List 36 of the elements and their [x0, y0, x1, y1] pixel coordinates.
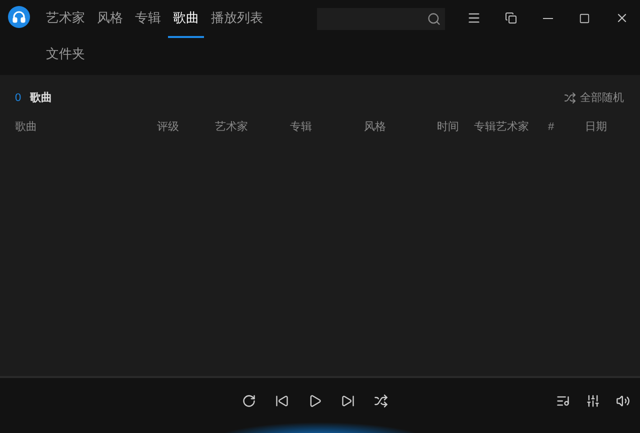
nav-tab[interactable]: 艺术家 — [41, 0, 90, 38]
column-header[interactable]: 日期 — [585, 119, 607, 136]
overlapping-squares-icon — [504, 12, 516, 24]
shuffle-button[interactable] — [372, 392, 390, 410]
shuffle-icon — [564, 92, 576, 104]
search-field[interactable] — [317, 8, 445, 30]
column-header[interactable]: 歌曲 — [15, 119, 37, 136]
app-logo-icon — [8, 6, 30, 28]
search-icon — [427, 12, 441, 26]
nav-tab[interactable]: 播放列表 — [206, 0, 268, 38]
menu-icon — [466, 11, 480, 25]
song-count: 0 — [15, 90, 22, 106]
column-header[interactable]: 风格 — [364, 119, 386, 136]
column-header[interactable]: 评级 — [157, 119, 179, 136]
repeat-button[interactable] — [240, 392, 258, 410]
nav-tab[interactable]: 文件夹 — [41, 42, 90, 68]
equalizer-icon — [586, 394, 600, 408]
maximize-icon — [579, 12, 590, 24]
previous-icon — [275, 394, 289, 408]
volume-icon — [616, 394, 630, 408]
repeat-icon — [242, 394, 256, 408]
column-header[interactable]: 专辑 — [290, 119, 312, 136]
shuffle-all-button[interactable]: 全部随机 — [564, 90, 624, 106]
playlist-icon — [556, 394, 570, 408]
equalizer-button[interactable] — [584, 392, 602, 410]
nav-tab[interactable]: 专辑 — [130, 0, 166, 38]
column-header[interactable]: 时间 — [437, 119, 459, 136]
column-header[interactable]: 艺术家 — [215, 119, 248, 136]
column-header[interactable]: # — [548, 119, 554, 136]
section-title: 歌曲 — [30, 90, 52, 106]
column-header[interactable]: 专辑艺术家 — [474, 119, 529, 136]
play-icon — [308, 394, 322, 408]
nav-tab[interactable]: 风格 — [92, 0, 128, 38]
shuffle-icon — [374, 394, 388, 408]
next-icon — [341, 394, 355, 408]
nav-tab[interactable]: 歌曲 — [168, 0, 204, 38]
